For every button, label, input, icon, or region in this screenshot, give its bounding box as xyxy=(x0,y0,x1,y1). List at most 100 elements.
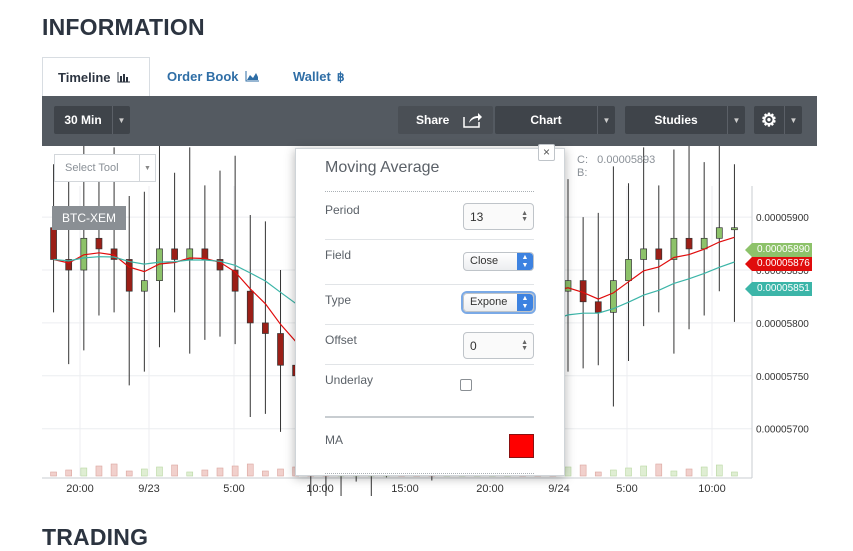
select-tool-label: Select Tool xyxy=(65,162,119,174)
y-tick-label: 0.00005900 xyxy=(756,213,809,224)
candle-body xyxy=(262,322,269,334)
area-chart-icon xyxy=(245,71,259,82)
volume-bar xyxy=(700,466,708,477)
period-value: 13 xyxy=(470,210,484,224)
volume-bar xyxy=(564,466,572,477)
candle-body xyxy=(731,227,738,231)
select-arrows-icon: ▲ ▼ xyxy=(517,253,533,270)
volume-bar xyxy=(171,464,178,477)
close-icon[interactable]: × xyxy=(538,144,555,161)
symbol-label: BTC-XEM xyxy=(52,206,126,230)
candle-body xyxy=(700,237,708,250)
offset-row: Offset 0 ▲ ▼ xyxy=(325,325,534,365)
type-row: Type Expone ▲ ▼ xyxy=(325,285,534,325)
chevron-down-icon: ▼ xyxy=(597,106,615,134)
tab-wallet-label: Wallet xyxy=(293,69,331,84)
volume-bar xyxy=(716,464,723,477)
volume-bar xyxy=(156,466,163,477)
share-icon xyxy=(463,113,482,128)
candle-body xyxy=(670,237,678,260)
volume-bar xyxy=(201,469,209,477)
period-input[interactable]: 13 ▲ ▼ xyxy=(463,203,534,230)
interval-select[interactable]: 30 Min ▼ xyxy=(54,106,130,134)
y-tick-label: 0.00005700 xyxy=(756,425,809,436)
studies-select[interactable]: Studies ▼ xyxy=(625,106,745,134)
select-arrows-icon: ▲ ▼ xyxy=(517,294,533,311)
volume-bar xyxy=(610,469,617,477)
price-label-ma-teal: 0.00005851 xyxy=(745,282,812,296)
candle-body xyxy=(625,259,632,281)
candle-body xyxy=(277,333,284,366)
ma-label: MA xyxy=(325,433,343,447)
period-label: Period xyxy=(325,203,360,217)
information-title: INFORMATION xyxy=(42,14,205,40)
volume-bar xyxy=(277,468,284,477)
volume-bar xyxy=(80,467,88,477)
type-value: Expone xyxy=(470,296,508,308)
chevron-down-icon: ▼ xyxy=(784,106,802,134)
settings-button[interactable]: ⚙ ▼ xyxy=(754,106,802,134)
volume-bar xyxy=(655,463,663,477)
tab-timeline-label: Timeline xyxy=(58,70,111,85)
share-button[interactable]: Share xyxy=(398,106,493,134)
candle-body xyxy=(125,259,133,292)
chevron-down-icon: ▼ xyxy=(112,106,130,134)
volume-bar xyxy=(685,468,693,477)
type-select[interactable]: Expone ▲ ▼ xyxy=(463,293,534,312)
trading-title: TRADING xyxy=(42,524,149,550)
divider xyxy=(325,191,534,192)
volume-bar xyxy=(625,467,632,477)
gear-icon: ⚙ xyxy=(760,109,778,130)
share-label: Share xyxy=(416,113,450,127)
select-tool-dropdown[interactable]: Select Tool ▼ xyxy=(54,154,156,182)
bid-label: B: xyxy=(577,167,588,179)
candle-body xyxy=(231,269,239,292)
stepper-icon[interactable]: ▲ ▼ xyxy=(521,210,528,223)
volume-bar xyxy=(186,471,194,477)
candle-body xyxy=(95,237,103,250)
volume-bar xyxy=(262,470,269,477)
volume-bar xyxy=(95,465,103,477)
tab-order-book[interactable]: Order Book xyxy=(152,57,274,96)
volume-bar xyxy=(579,464,587,477)
ma-color-swatch[interactable] xyxy=(509,434,534,458)
close-value: 0.00005893 xyxy=(597,154,656,166)
period-row: Period 13 ▲ ▼ xyxy=(325,195,534,240)
info-tabs: Timeline Order Book Wallet ฿ xyxy=(42,57,817,97)
field-label: Field xyxy=(325,248,352,262)
chart-type-select[interactable]: Chart ▼ xyxy=(495,106,615,134)
tab-order-book-label: Order Book xyxy=(167,69,239,84)
offset-input[interactable]: 0 ▲ ▼ xyxy=(463,332,534,359)
volume-bar xyxy=(110,463,118,477)
field-value: Close xyxy=(470,255,499,267)
bitcoin-icon: ฿ xyxy=(336,69,345,84)
candle-body xyxy=(50,227,57,260)
interval-label: 30 Min xyxy=(64,113,102,127)
price-label-current: 0.00005890 xyxy=(745,243,812,257)
volume-bar xyxy=(640,465,647,477)
offset-value: 0 xyxy=(470,339,477,353)
x-tick-label: 20:00 xyxy=(66,483,94,495)
bar-chart-icon xyxy=(117,72,130,83)
stepper-icon[interactable]: ▲ ▼ xyxy=(521,339,528,352)
dialog-title: Moving Average xyxy=(325,159,440,176)
y-tick-label: 0.00005800 xyxy=(756,319,809,330)
type-label: Type xyxy=(325,293,352,307)
candle-body xyxy=(246,290,254,324)
chart-label: Chart xyxy=(530,113,562,127)
price-label-ma-red: 0.00005876 xyxy=(745,257,812,271)
field-select[interactable]: Close ▲ ▼ xyxy=(463,252,534,271)
tab-wallet[interactable]: Wallet ฿ xyxy=(278,57,359,96)
x-tick-label: 5:00 xyxy=(223,483,244,495)
volume-bar xyxy=(231,465,239,477)
moving-average-dialog: × Moving Average Period 13 ▲ ▼ Field Clos… xyxy=(295,144,565,476)
tab-timeline[interactable]: Timeline xyxy=(42,57,150,97)
x-tick-label: 15:00 xyxy=(391,483,419,495)
underlay-checkbox[interactable] xyxy=(460,379,472,391)
y-tick-label: 0.00005750 xyxy=(756,372,809,383)
candle-body xyxy=(715,227,723,239)
candle-body xyxy=(685,237,693,250)
candle-body xyxy=(640,248,648,260)
volume-bar xyxy=(141,468,148,477)
chevron-down-icon: ▼ xyxy=(139,155,155,181)
